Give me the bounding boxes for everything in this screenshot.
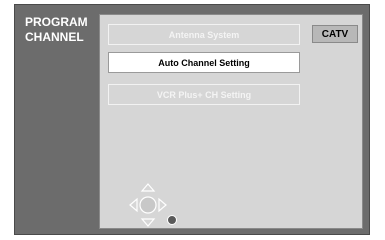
dpad-icon — [118, 182, 170, 228]
auto-channel-setting-label: Auto Channel Setting — [158, 57, 250, 68]
antenna-system-button[interactable]: Antenna System — [108, 24, 300, 45]
menu-title: PROGRAM CHANNEL — [25, 15, 88, 44]
vcr-plus-ch-setting-label: VCR Plus+ CH Setting — [156, 89, 252, 100]
auto-channel-setting-button[interactable]: Auto Channel Setting — [108, 52, 300, 73]
screen-frame: PROGRAM CHANNEL Antenna System CATV Auto… — [0, 0, 385, 240]
antenna-system-label: Antenna System — [168, 29, 240, 40]
vcr-plus-ch-setting-button[interactable]: VCR Plus+ CH Setting — [108, 84, 300, 105]
antenna-system-value: CATV — [312, 25, 358, 43]
antenna-system-value-text: CATV — [321, 28, 349, 40]
ok-button-icon — [167, 215, 177, 225]
menu-panel: PROGRAM CHANNEL Antenna System CATV Auto… — [14, 4, 370, 235]
